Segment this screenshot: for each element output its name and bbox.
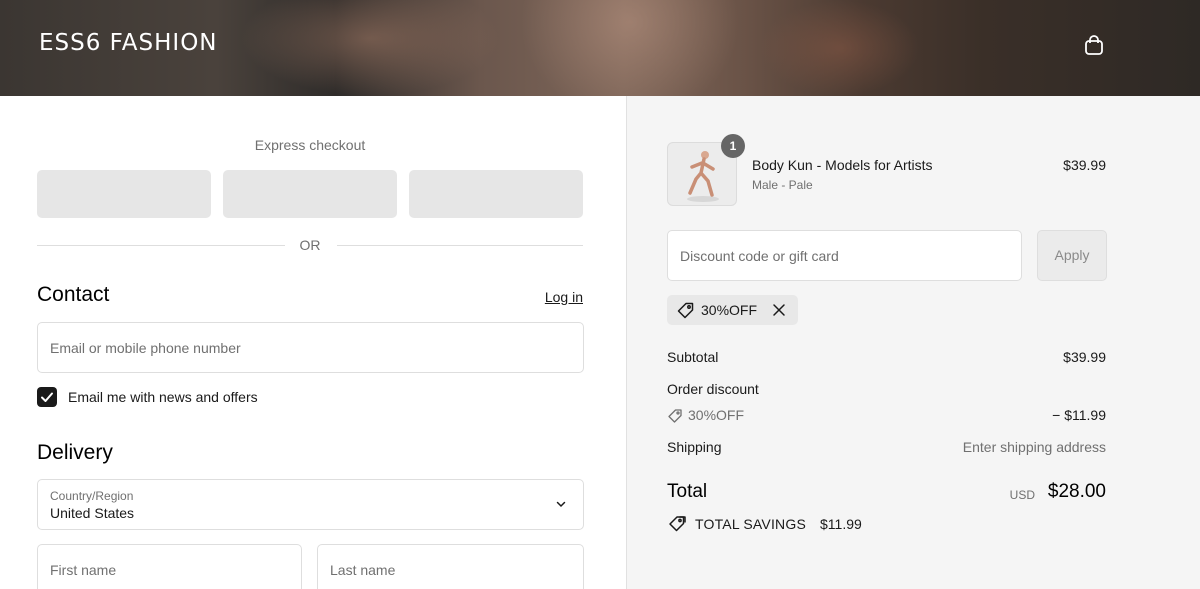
order-discount-code: 30%OFF: [688, 407, 745, 423]
express-checkout-label: Express checkout: [254, 137, 366, 153]
currency-code: USD: [1009, 488, 1035, 502]
email-placeholder: Email or mobile phone number: [50, 340, 241, 356]
header-banner: ESS6 FASHION: [0, 0, 1200, 96]
checkmark-icon: [41, 392, 53, 402]
newsletter-label: Email me with news and offers: [68, 389, 258, 405]
discount-code-field[interactable]: Discount code or gift card: [667, 230, 1022, 281]
total-savings-label: TOTAL SAVINGS: [695, 516, 806, 532]
apply-discount-button[interactable]: Apply: [1037, 230, 1107, 281]
contact-heading: Contact: [37, 283, 110, 306]
email-field[interactable]: Email or mobile phone number: [37, 322, 584, 373]
tag-icon: [668, 409, 682, 423]
first-name-placeholder: First name: [50, 562, 117, 578]
login-link[interactable]: Log in: [520, 289, 583, 305]
remove-discount-icon[interactable]: [771, 302, 787, 318]
subtotal-value: $39.99: [1063, 349, 1106, 365]
shopping-bag-icon[interactable]: [1083, 34, 1105, 56]
product-variant: Male - Pale: [752, 178, 813, 192]
order-discount-value: − $11.99: [1052, 407, 1106, 423]
product-price: $39.99: [1063, 157, 1106, 173]
first-name-field[interactable]: First name: [37, 544, 302, 589]
country-select[interactable]: Country/Region United States: [37, 479, 584, 530]
applied-discount-chip: 30%OFF: [667, 295, 798, 325]
total-label: Total: [667, 481, 708, 502]
express-pay-button-2[interactable]: [223, 170, 397, 218]
shipping-value: Enter shipping address: [962, 439, 1106, 455]
banner-image-shade: [520, 0, 740, 96]
banner-image-shade: [240, 0, 500, 96]
newsletter-checkbox[interactable]: [37, 387, 57, 407]
or-divider: OR: [37, 237, 583, 253]
country-value: United States: [50, 505, 135, 521]
total-amount: $28.00: [1047, 481, 1106, 502]
subtotal-label: Subtotal: [667, 349, 719, 365]
express-pay-button-1[interactable]: [37, 170, 211, 218]
divider-line: [337, 245, 583, 246]
shipping-label: Shipping: [667, 439, 722, 455]
last-name-field[interactable]: Last name: [317, 544, 584, 589]
discount-code-placeholder: Discount code or gift card: [680, 248, 839, 264]
total-savings-amount: $11.99: [820, 516, 862, 532]
express-pay-button-3[interactable]: [409, 170, 583, 218]
banner-image-shade: [760, 0, 920, 96]
savings-tag-icon: [669, 516, 686, 532]
store-logo[interactable]: ESS6 FASHION: [39, 30, 218, 56]
last-name-placeholder: Last name: [330, 562, 396, 578]
country-label: Country/Region: [50, 489, 134, 503]
order-discount-label: Order discount: [667, 381, 759, 397]
product-name: Body Kun - Models for Artists: [752, 157, 933, 173]
applied-discount-code: 30%OFF: [701, 302, 758, 318]
tag-icon: [677, 302, 694, 319]
delivery-heading: Delivery: [37, 441, 113, 464]
quantity-badge: 1: [721, 134, 745, 158]
chevron-down-icon: [556, 501, 566, 508]
